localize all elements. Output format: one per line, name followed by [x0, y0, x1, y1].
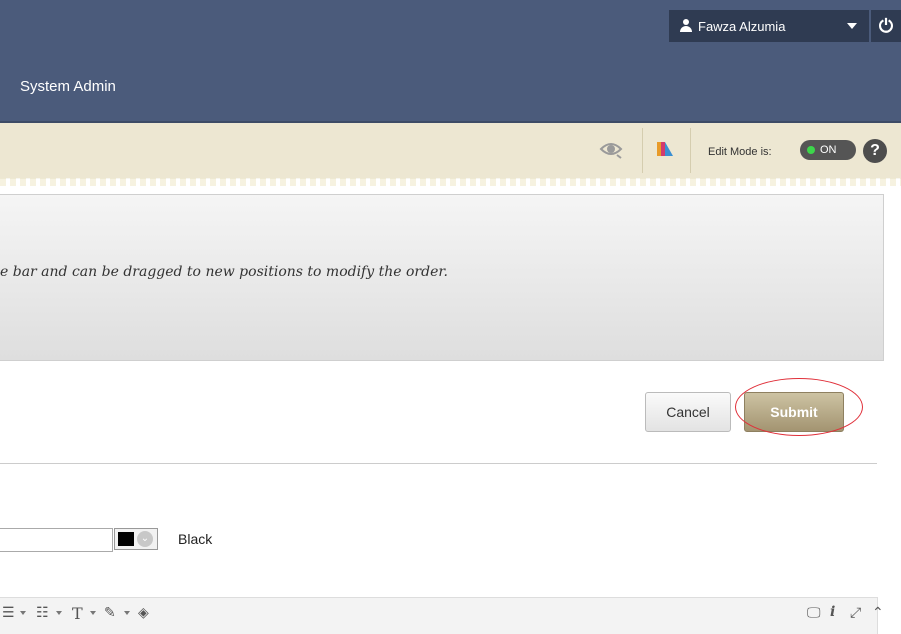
section-divider [0, 463, 877, 464]
edit-mode-toggle[interactable]: ON [800, 140, 856, 160]
divider [690, 128, 691, 173]
edit-mode-state: ON [820, 144, 837, 156]
status-dot-icon [807, 146, 815, 154]
user-name: Fawza Alzumia [698, 18, 786, 34]
color-name-label: Black [178, 531, 213, 547]
editor-toolbar [0, 597, 878, 634]
info-icon[interactable]: i [830, 604, 835, 620]
highlight-pen-icon[interactable]: ✎ [104, 604, 116, 621]
edit-bar-scallop [0, 178, 901, 186]
color-picker[interactable]: ⌄ [114, 528, 158, 550]
chevron-down-icon: ⌄ [137, 531, 153, 547]
power-icon[interactable]: ⏻ [871, 10, 901, 42]
eraser-icon[interactable]: ◈ [138, 604, 149, 621]
align-icon[interactable]: ☰ [2, 604, 15, 621]
chevron-down-icon[interactable] [90, 611, 96, 615]
edit-mode-label: Edit Mode is: [708, 146, 772, 158]
submit-button[interactable]: Submit [744, 392, 844, 432]
cancel-button[interactable]: Cancel [645, 392, 731, 432]
chevron-down-icon [847, 23, 857, 29]
user-icon [679, 19, 693, 33]
unordered-list-icon[interactable]: ☷ [36, 604, 49, 621]
color-swatch-box [118, 532, 134, 546]
instructions-text: e bar and can be dragged to new position… [0, 264, 448, 280]
chevron-down-icon[interactable] [124, 611, 130, 615]
chevron-down-icon[interactable] [20, 611, 26, 615]
text-format-icon[interactable]: T [72, 604, 83, 623]
text-input[interactable] [0, 528, 113, 552]
preview-eye-icon[interactable] [598, 137, 624, 161]
chevron-down-icon[interactable] [56, 611, 62, 615]
collapse-icon[interactable]: ⌃ [872, 604, 884, 621]
tab-system-admin[interactable]: System Admin [20, 78, 116, 95]
preview-icon[interactable]: 🖵 [807, 604, 821, 621]
theme-palette-icon[interactable] [656, 140, 674, 158]
divider [642, 128, 643, 173]
fullscreen-icon[interactable]: ⤢ [850, 604, 861, 621]
user-menu[interactable]: Fawza Alzumia [669, 10, 869, 42]
help-icon[interactable]: ? [863, 139, 887, 163]
